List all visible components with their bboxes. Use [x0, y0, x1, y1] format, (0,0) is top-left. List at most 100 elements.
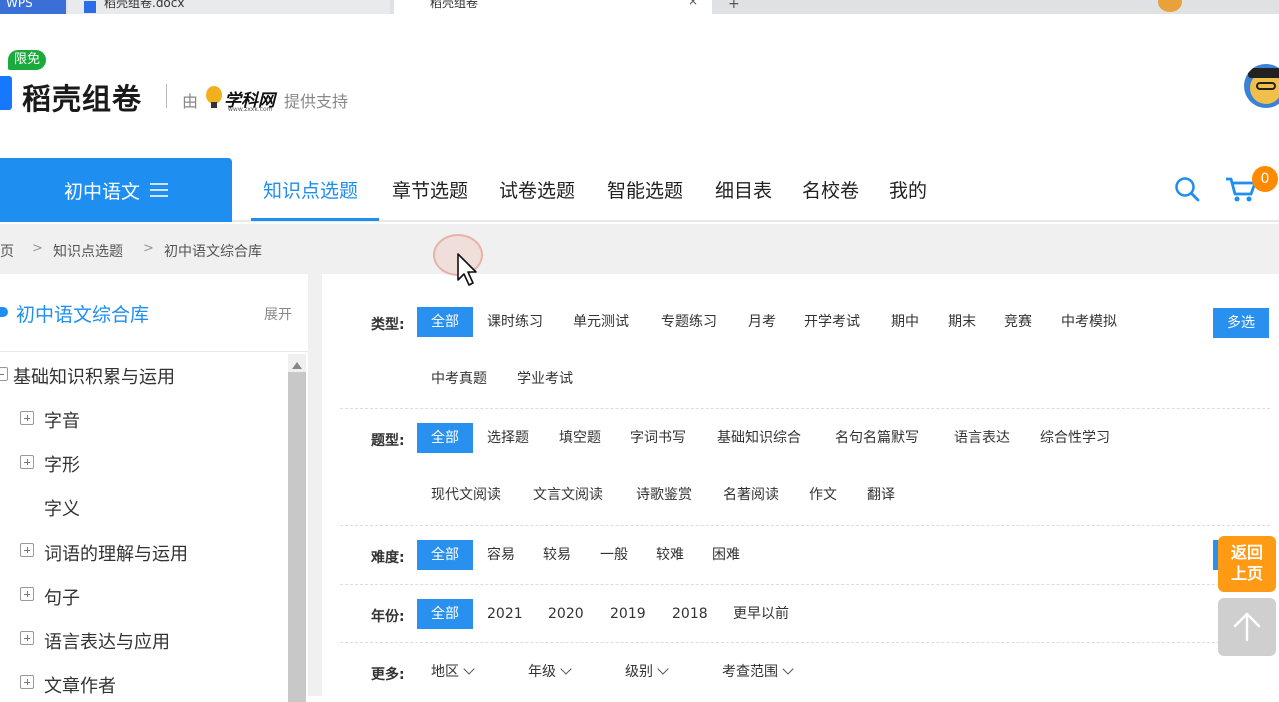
expand-icon[interactable] [20, 455, 34, 469]
tree-item[interactable]: 句子 [44, 584, 80, 610]
filter-option[interactable]: 2018 [672, 599, 708, 629]
filter-option[interactable]: 专题练习 [661, 307, 717, 337]
back-to-top-button[interactable] [1218, 598, 1276, 656]
dropdown-region[interactable]: 地区 [431, 657, 475, 687]
filter-option[interactable]: 学业考试 [517, 364, 573, 394]
tree-item[interactable]: 文章作者 [44, 672, 116, 698]
filter-option[interactable]: 基础知识综合 [717, 423, 801, 453]
filter-option[interactable]: 月考 [748, 307, 776, 337]
filter-option[interactable]: 诗歌鉴赏 [636, 480, 692, 510]
filter-option[interactable]: 较易 [543, 540, 571, 570]
browser-tab-active[interactable]: 稻壳组卷 × [394, 0, 712, 14]
filter-option[interactable]: 期中 [891, 307, 919, 337]
filter-option[interactable]: 2021 [487, 599, 523, 629]
filter-option-selected[interactable]: 全部 [417, 599, 473, 629]
filter-option[interactable]: 名句名篇默写 [835, 423, 919, 453]
nav-item-mine[interactable]: 我的 [889, 176, 927, 203]
expand-icon[interactable] [20, 411, 34, 425]
filter-option[interactable]: 作文 [809, 480, 837, 510]
tree-item[interactable]: 词语的理解与运用 [44, 540, 188, 566]
back-to-previous-button[interactable]: 返回 上页 [1218, 536, 1276, 592]
breadcrumb-home[interactable]: 首页 [0, 241, 14, 261]
collapse-icon[interactable] [0, 367, 8, 381]
new-tab-icon[interactable]: + [728, 0, 740, 12]
breadcrumb-current: 初中语文综合库 [164, 244, 262, 260]
filter-option[interactable]: 课时练习 [487, 307, 543, 337]
tree-item[interactable]: 语言表达与应用 [44, 628, 170, 654]
filter-option-selected[interactable]: 全部 [417, 540, 473, 570]
chevron-down-icon [463, 663, 475, 675]
nav-item-smart[interactable]: 智能选题 [607, 176, 683, 203]
tree-item[interactable]: 字形 [44, 451, 80, 477]
expand-button[interactable]: 展开 [264, 304, 292, 324]
filter-option[interactable]: 语言表达 [954, 423, 1010, 453]
filter-option-selected[interactable]: 全部 [417, 423, 473, 453]
filter-divider [340, 642, 1270, 643]
expand-icon[interactable] [20, 631, 34, 645]
filter-option[interactable]: 翻译 [867, 480, 895, 510]
tree-item[interactable]: 基础知识积累与运用 [13, 363, 175, 389]
filter-option[interactable]: 文言文阅读 [533, 480, 603, 510]
tab-label: WPS [6, 0, 33, 10]
partner-domain: www.zxxk.com [228, 106, 273, 113]
scrollbar-thumb[interactable] [288, 372, 306, 702]
filter-option-selected[interactable]: 全部 [417, 307, 473, 337]
sidebar-title[interactable]: 初中语文综合库 [16, 300, 149, 327]
nav-item-paper[interactable]: 试卷选题 [499, 176, 575, 203]
knowledge-tree-sidebar: 初中语文综合库 展开 基础知识积累与运用 字音 字形 字义 词语的理解与运用 句… [0, 274, 308, 702]
filter-option[interactable]: 一般 [600, 540, 628, 570]
nav-item-chapter[interactable]: 章节选题 [392, 176, 468, 203]
nav-item-knowledge[interactable]: 知识点选题 [263, 176, 358, 203]
filter-option[interactable]: 填空题 [559, 423, 601, 453]
filter-option[interactable]: 字词书写 [630, 423, 686, 453]
nav-item-detail-table[interactable]: 细目表 [715, 176, 772, 203]
filter-option[interactable]: 单元测试 [573, 307, 629, 337]
filter-option[interactable]: 现代文阅读 [431, 480, 501, 510]
brand-divider [166, 84, 167, 108]
filter-option[interactable]: 2020 [548, 599, 584, 629]
expand-icon[interactable] [20, 543, 34, 557]
filter-panel: 类型: 全部 课时练习 单元测试 专题练习 月考 开学考试 期中 期末 竞赛 中… [322, 274, 1279, 696]
browser-tab-strip: WPS 稻壳组卷.docx 稻壳组卷 × + [0, 0, 1279, 14]
filter-option[interactable]: 容易 [487, 540, 515, 570]
filter-label-year: 年份: [371, 609, 405, 625]
dropdown-scope[interactable]: 考查范围 [722, 657, 794, 687]
scroll-up-icon[interactable] [292, 362, 302, 369]
filter-option[interactable]: 困难 [712, 540, 740, 570]
tree-item[interactable]: 字音 [44, 407, 80, 433]
subject-label: 初中语文 [63, 180, 140, 203]
filter-label-question-type: 题型: [371, 433, 405, 449]
avatar[interactable] [1244, 64, 1279, 108]
filter-option[interactable]: 开学考试 [804, 307, 860, 337]
nav-item-famous-school[interactable]: 名校卷 [802, 176, 859, 203]
breadcrumb-separator: > [32, 241, 43, 256]
multi-select-button[interactable]: 多选 [1213, 308, 1269, 338]
filter-option[interactable]: 选择题 [487, 423, 529, 453]
sidebar-scrollbar[interactable] [288, 354, 306, 702]
dropdown-level[interactable]: 级别 [625, 657, 669, 687]
breadcrumb-knowledge[interactable]: 知识点选题 [53, 241, 123, 261]
browser-tab-docx[interactable]: 稻壳组卷.docx [68, 0, 390, 14]
filter-option[interactable]: 更早以前 [733, 599, 789, 629]
expand-icon[interactable] [20, 675, 34, 689]
filter-option[interactable]: 名著阅读 [723, 480, 779, 510]
filter-option[interactable]: 中考真题 [431, 364, 487, 394]
search-icon[interactable] [1174, 176, 1200, 202]
filter-option[interactable]: 2019 [610, 599, 646, 629]
expand-icon[interactable] [20, 587, 34, 601]
filter-option[interactable]: 中考模拟 [1061, 307, 1117, 337]
chevron-down-icon [782, 663, 794, 675]
subject-selector-button[interactable]: 初中语文 [0, 158, 232, 222]
tree-item[interactable]: 字义 [44, 495, 80, 521]
filter-option[interactable]: 较难 [656, 540, 684, 570]
avatar-glasses-icon [1256, 82, 1276, 90]
filter-option[interactable]: 期末 [948, 307, 976, 337]
filter-option[interactable]: 竞赛 [1004, 307, 1032, 337]
close-icon[interactable]: × [688, 0, 698, 7]
browser-profile-icon[interactable] [1158, 0, 1182, 12]
browser-tab-wps[interactable]: WPS [0, 0, 66, 14]
main-nav: 初中语文 知识点选题 章节选题 试卷选题 智能选题 细目表 名校卷 我的 0 [0, 158, 1279, 222]
brand-title[interactable]: 稻壳组卷 [22, 76, 142, 118]
dropdown-grade[interactable]: 年级 [528, 657, 572, 687]
filter-option[interactable]: 综合性学习 [1040, 423, 1110, 453]
